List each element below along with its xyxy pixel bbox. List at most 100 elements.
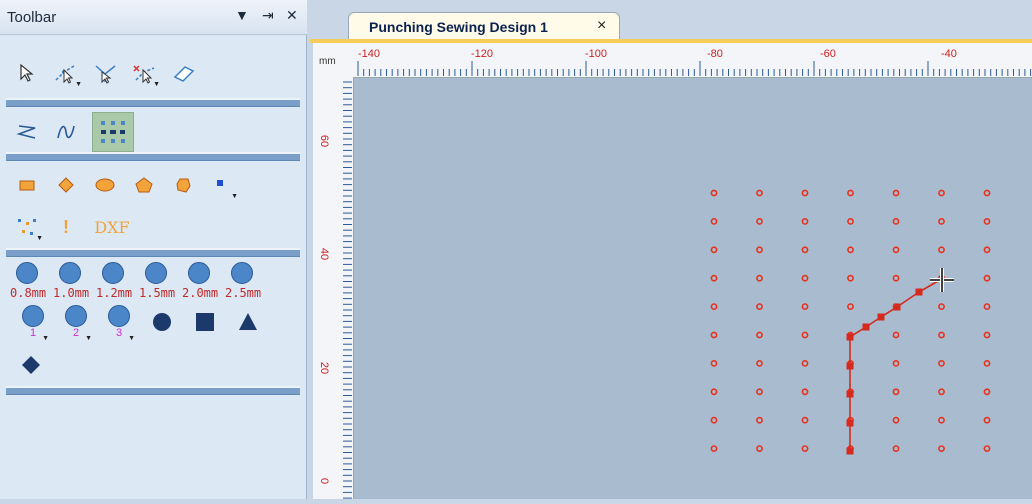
- numbered-circle-3-button[interactable]: 3 ▼: [106, 304, 135, 342]
- point-tool-button[interactable]: ▼: [209, 172, 238, 200]
- grid-point: [710, 189, 718, 197]
- grid-point: [847, 217, 854, 225]
- grid-point: [847, 246, 854, 254]
- grid-point: [938, 217, 945, 225]
- solid-diamond-button[interactable]: [18, 352, 44, 378]
- dropdown-arrow-icon: ▼: [153, 81, 160, 88]
- polygon-tool-button[interactable]: [170, 172, 196, 198]
- close-panel-button[interactable]: ✕: [286, 7, 298, 24]
- numbered-circle-1-button[interactable]: 1 ▼: [20, 304, 49, 342]
- node-select-button[interactable]: ▼: [53, 60, 82, 88]
- delete-node-button[interactable]: ▼: [131, 60, 160, 88]
- grid-point: [983, 359, 991, 367]
- solid-circle-button[interactable]: [149, 309, 175, 335]
- toolbar-header: Toolbar ▼ ⇥ ✕: [0, 0, 307, 35]
- grid-point: [892, 359, 900, 367]
- ellipse-tool-button[interactable]: [92, 172, 118, 198]
- design-canvas[interactable]: [354, 78, 1032, 499]
- toolbar-title: Toolbar: [7, 9, 57, 26]
- polygon-icon: [176, 178, 191, 193]
- dxf-label: DXF: [94, 217, 130, 237]
- warning-button[interactable]: !: [53, 214, 79, 240]
- grid-point: [710, 388, 718, 396]
- dropdown-arrow-icon: ▼: [75, 81, 82, 88]
- dropdown-arrow-icon: ▼: [36, 235, 43, 242]
- solid-square-icon: [196, 313, 214, 331]
- misc-tools-row: ▼ ! DXF: [14, 214, 145, 242]
- circle-size-label: 1.5mm: [139, 286, 176, 300]
- grid-point: [801, 303, 809, 310]
- dxf-import-button[interactable]: DXF: [92, 214, 132, 240]
- grid-point: [710, 331, 718, 339]
- grid-point: [756, 246, 763, 254]
- grid-point: [710, 359, 718, 367]
- grid-point: [983, 217, 991, 225]
- circle-size-label: 2.0mm: [182, 286, 219, 300]
- panel-dropdown-button[interactable]: ▼: [235, 7, 249, 23]
- circle-size-row: [10, 262, 259, 296]
- solid-diamond-icon: [22, 356, 40, 374]
- select-arrow-button[interactable]: [14, 60, 40, 86]
- grid-point: [938, 303, 945, 310]
- stitch-point: [877, 313, 885, 321]
- stitch-point: [846, 390, 854, 398]
- grid-point: [983, 331, 991, 339]
- pentagon-icon: [135, 177, 153, 193]
- close-tab-icon[interactable]: ×: [597, 17, 606, 35]
- dropdown-arrow-icon: ▼: [42, 335, 49, 342]
- circle-icon: [145, 262, 167, 284]
- solid-triangle-icon: [239, 313, 257, 330]
- grid-point: [938, 246, 945, 254]
- cut-select-button[interactable]: [92, 60, 118, 86]
- stitch-point: [862, 323, 870, 331]
- zigzag-icon: [16, 125, 36, 139]
- curve-line-button[interactable]: [53, 119, 79, 145]
- circle-icon: [22, 305, 44, 327]
- path-tools-row: [14, 112, 147, 152]
- grid-point: [983, 416, 991, 424]
- grid-point: [710, 303, 718, 310]
- solid-triangle-button[interactable]: [235, 309, 261, 335]
- grid-point: [983, 303, 991, 310]
- tab-punching-sewing-design-1[interactable]: Punching Sewing Design 1 ×: [348, 12, 620, 41]
- point-icon: [217, 180, 223, 186]
- rectangle-tool-button[interactable]: [14, 172, 40, 198]
- grid-point: [892, 331, 900, 339]
- grid-points-button[interactable]: [92, 112, 134, 152]
- zigzag-line-button[interactable]: [14, 119, 40, 145]
- grid-point: [801, 416, 809, 424]
- grid-point: [938, 416, 945, 424]
- grid-point: [892, 246, 900, 254]
- circle-size-label: 2.5mm: [225, 286, 262, 300]
- grid-point: [892, 445, 900, 452]
- grid-point: [983, 189, 991, 197]
- dropdown-arrow-icon: ▼: [85, 335, 92, 342]
- number-label: 1: [29, 327, 37, 339]
- stitch-point: [893, 303, 901, 311]
- scatter-points-button[interactable]: ▼: [14, 214, 43, 242]
- exclamation-icon: !: [63, 216, 69, 237]
- grid-point: [710, 274, 718, 282]
- grid-point: [756, 388, 763, 396]
- grid-point: [756, 445, 763, 452]
- circle-icon: [59, 262, 81, 284]
- ruler-ticks: [343, 81, 352, 499]
- circle-size-label: 1.0mm: [53, 286, 90, 300]
- grid-point: [892, 189, 900, 197]
- stitch-point: [846, 333, 854, 341]
- grid-point: [710, 217, 718, 225]
- pin-button[interactable]: ⇥: [262, 7, 274, 24]
- pentagon-tool-button[interactable]: [131, 172, 157, 198]
- eraser-button[interactable]: [170, 60, 196, 86]
- grid-point: [801, 331, 809, 339]
- shape-tools-row: ▼: [14, 172, 248, 200]
- rectangle-icon: [19, 180, 35, 191]
- stitch-point: [846, 419, 854, 427]
- solid-square-button[interactable]: [192, 309, 218, 335]
- numbered-circle-2-button[interactable]: 2 ▼: [63, 304, 92, 342]
- grid-point: [756, 274, 763, 282]
- diamond-tool-button[interactable]: [53, 172, 79, 198]
- toolbar-separator: [6, 248, 300, 257]
- grid-point: [801, 359, 809, 367]
- eraser-icon: [173, 66, 195, 82]
